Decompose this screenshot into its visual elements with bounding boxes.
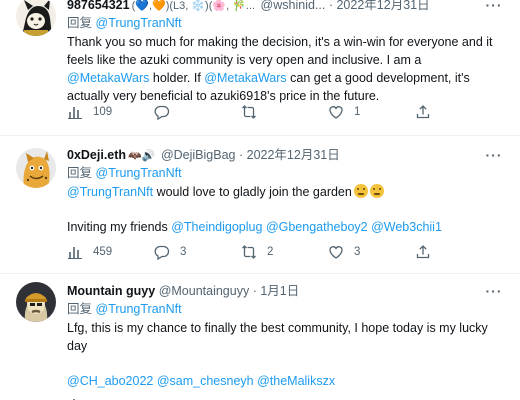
author-name-emoji: 🦇🔊: [128, 150, 156, 162]
share-icon: [416, 105, 430, 119]
reply-to-link[interactable]: @TrungTranNft: [96, 302, 182, 316]
more-icon[interactable]: ···: [484, 145, 504, 165]
separator: ·: [252, 284, 257, 298]
views-button[interactable]: 459: [67, 244, 154, 260]
views-button[interactable]: 109: [67, 104, 154, 120]
retweet-icon: [242, 105, 256, 119]
avatar[interactable]: [16, 282, 56, 322]
action-bar: 109 1: [67, 102, 504, 122]
tweet-text: Thank you so much for making the decisio…: [67, 33, 504, 105]
reply-button[interactable]: [154, 104, 241, 120]
tweet-text-segment: would love to gladly join the garden: [153, 185, 352, 199]
mention-link[interactable]: @MetakaWars: [67, 71, 149, 85]
reply-icon: [154, 245, 170, 260]
tweet-text: @TrungTranNft would love to gladly join …: [67, 183, 504, 236]
author-name[interactable]: 0xDeji.eth: [67, 148, 126, 162]
emoji-icon: [369, 184, 384, 198]
views-count: 459: [93, 246, 113, 258]
tweet-text-segment: Lfg, this is my chance to finally the be…: [67, 321, 488, 353]
more-icon[interactable]: ···: [484, 281, 504, 301]
like-icon: [329, 106, 343, 119]
reply-button[interactable]: 3: [154, 244, 241, 260]
views-count: 109: [93, 106, 113, 118]
tweet-header: Mountain guyy @Mountainguyy · 1月1日 ···: [67, 281, 504, 301]
views-icon: [73, 399, 75, 400]
tweet-header: 987654321 (💙,🧡)(L3, ❄️)(🌸, 🎋... @wshinid.…: [67, 0, 504, 15]
reply-prefix: 回复: [67, 166, 93, 180]
tweet-paragraph: Thank you so much for making the decisio…: [67, 33, 504, 105]
like-button[interactable]: 3: [328, 244, 415, 260]
reply-context: 回复 @TrungTranNft: [67, 165, 504, 182]
reply-prefix: 回复: [67, 302, 93, 316]
mention-link[interactable]: x: [329, 374, 335, 388]
tweet-paragraph: @CH_abo2022 @sam_chesneyh @theMalikszx: [67, 372, 504, 390]
author-name-emoji: (💙,🧡)(L3, ❄️)(🌸, 🎋...: [131, 0, 256, 12]
views-icon: [68, 107, 82, 119]
like-button[interactable]: 1: [328, 104, 415, 120]
mention-link[interactable]: @TrungTranNft: [67, 185, 153, 199]
retweet-button[interactable]: [241, 104, 328, 120]
author-handle[interactable]: @wshinid...: [261, 0, 326, 12]
mention-link[interactable]: @Theindigoplug: [171, 220, 262, 234]
retweet-icon: [242, 245, 256, 259]
author-handle[interactable]: @DejiBigBag: [161, 148, 236, 162]
avatar[interactable]: [16, 0, 56, 36]
reply-context: 回复 @TrungTranNft: [67, 15, 504, 32]
tweet-text-segment: Inviting my friends: [67, 220, 172, 234]
share-button[interactable]: [415, 244, 435, 260]
separator: ·: [328, 0, 333, 12]
like-icon: [329, 246, 343, 259]
mention-link[interactable]: @theMaliksz: [257, 374, 329, 388]
author-name[interactable]: 987654321: [67, 0, 130, 12]
action-bar: 459 3 2 3: [67, 242, 504, 262]
mention-link[interactable]: @Gbengatheboy2: [266, 220, 368, 234]
tweet-date[interactable]: 2022年12月31日: [336, 0, 429, 12]
separator: ·: [238, 148, 244, 162]
mention-link[interactable]: @sam_chesneyh: [157, 374, 254, 388]
author-handle[interactable]: @Mountainguyy: [159, 284, 250, 298]
retweet-count: 2: [267, 246, 274, 258]
tweet-text-segment: holder. If: [149, 71, 205, 85]
more-icon[interactable]: ···: [484, 0, 504, 15]
reply-count: 3: [180, 246, 187, 258]
reply-to-link[interactable]: @TrungTranNft: [96, 166, 182, 180]
author-name[interactable]: Mountain guyy: [67, 284, 155, 298]
like-count: 1: [354, 106, 361, 118]
mention-link[interactable]: @MetakaWars: [204, 71, 286, 85]
mention-link[interactable]: @Web3chii1: [371, 220, 442, 234]
tweet-text-segment: Thank you so much for making the decisio…: [67, 35, 493, 67]
share-button[interactable]: [415, 104, 435, 120]
retweet-button[interactable]: 2: [241, 244, 328, 260]
tweet-paragraph: Lfg, this is my chance to finally the be…: [67, 319, 504, 355]
tweet-paragraph: Inviting my friends @Theindigoplug @Gben…: [67, 218, 504, 236]
tweet-paragraph: @TrungTranNft would love to gladly join …: [67, 183, 504, 201]
tweet[interactable]: Mountain guyy @Mountainguyy · 1月1日 ··· 回…: [0, 274, 520, 400]
tweet-date[interactable]: 2022年12月31日: [247, 148, 340, 162]
share-icon: [416, 245, 430, 259]
reply-context: 回复 @TrungTranNft: [67, 301, 504, 318]
avatar[interactable]: [16, 148, 56, 188]
reply-feed: 987654321 (💙,🧡)(L3, ❄️)(🌸, 🎋... @wshinid.…: [0, 0, 520, 400]
tweet-header: 0xDeji.eth 🦇🔊 @DejiBigBag · 2022年12月31日 ·…: [67, 145, 504, 165]
views-button[interactable]: [67, 396, 154, 400]
tweet-date[interactable]: 1月1日: [260, 284, 299, 298]
tweet[interactable]: 0xDeji.eth 🦇🔊 @DejiBigBag · 2022年12月31日 ·…: [0, 136, 520, 274]
reply-to-link[interactable]: @TrungTranNft: [96, 16, 182, 30]
tweet[interactable]: 987654321 (💙,🧡)(L3, ❄️)(🌸, 🎋... @wshinid.…: [0, 0, 520, 136]
mention-link[interactable]: @CH_abo2022: [67, 374, 153, 388]
views-icon: [68, 247, 82, 259]
emoji-icon: [353, 184, 368, 198]
tweet-text: Lfg, this is my chance to finally the be…: [67, 319, 504, 390]
reply-prefix: 回复: [67, 16, 93, 30]
like-count: 3: [354, 246, 361, 258]
reply-icon: [154, 105, 170, 120]
action-bar: [67, 394, 504, 400]
